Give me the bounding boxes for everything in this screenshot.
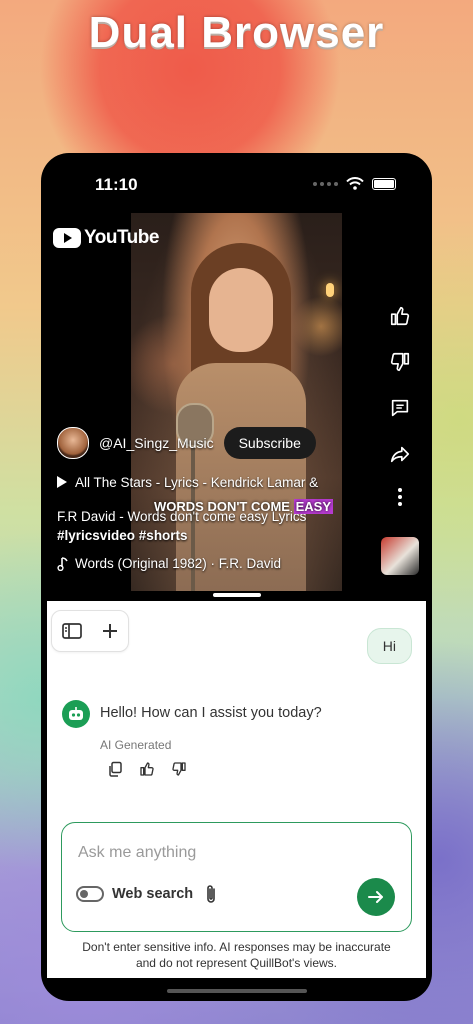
- music-note-icon: [57, 556, 68, 571]
- chat-input-box: Web search: [61, 822, 412, 932]
- youtube-play-icon: [53, 228, 81, 248]
- hashtags[interactable]: #lyricsvideo #shorts: [57, 528, 188, 543]
- status-icons: [313, 177, 396, 190]
- split-drag-handle[interactable]: [213, 593, 261, 597]
- chat-pane: Hi Hello! How can I assist you today? AI…: [47, 601, 426, 978]
- thumbs-down-icon[interactable]: [171, 761, 187, 777]
- side-actions: [387, 303, 413, 527]
- ai-generated-label: AI Generated: [100, 738, 172, 752]
- send-button[interactable]: [357, 878, 395, 916]
- youtube-logo[interactable]: YouTube: [53, 227, 159, 249]
- battery-icon: [372, 177, 396, 190]
- sidebar-toggle-icon[interactable]: [62, 622, 82, 640]
- home-indicator: [167, 989, 307, 993]
- channel-name[interactable]: @AI_Singz_Music: [99, 435, 214, 451]
- signal-icon: [313, 181, 338, 186]
- thumbs-up-icon[interactable]: [139, 761, 155, 777]
- sound-row[interactable]: Words (Original 1982) · F.R. David: [57, 556, 281, 571]
- phone-frame: 11:10 YouTube @AI_Singz_Music Subscribe …: [41, 153, 432, 1001]
- message-actions: [107, 761, 187, 777]
- promo-title: Dual Browser: [88, 8, 385, 57]
- share-icon[interactable]: [387, 441, 413, 467]
- channel-avatar[interactable]: [57, 427, 89, 459]
- dislike-icon[interactable]: [387, 349, 413, 375]
- bot-message: Hello! How can I assist you today?: [100, 705, 322, 721]
- status-bar: 11:10: [41, 153, 432, 213]
- subscribe-button[interactable]: Subscribe: [223, 427, 316, 459]
- bot-avatar-icon: [62, 700, 90, 728]
- disclaimer: Don't enter sensitive info. AI responses…: [82, 940, 391, 970]
- channel-row: @AI_Singz_Music Subscribe: [57, 427, 316, 459]
- copy-icon[interactable]: [107, 761, 123, 777]
- lyrics-overlay: WORDS DON'T COME EASY: [154, 499, 334, 514]
- more-icon[interactable]: [387, 487, 413, 507]
- chat-input[interactable]: [76, 843, 400, 863]
- web-search-toggle[interactable]: [76, 886, 104, 902]
- web-search-label[interactable]: Web search: [112, 886, 193, 902]
- user-message: Hi: [366, 628, 412, 664]
- video-title-line1[interactable]: All The Stars - Lyrics - Kendrick Lamar …: [57, 475, 318, 490]
- wifi-icon: [346, 177, 364, 190]
- like-icon[interactable]: [387, 303, 413, 329]
- play-icon: [57, 476, 67, 488]
- youtube-shorts-player[interactable]: YouTube @AI_Singz_Music Subscribe All Th…: [41, 213, 432, 599]
- sound-thumbnail[interactable]: [381, 537, 419, 575]
- arrow-right-icon: [368, 891, 383, 903]
- paperclip-icon[interactable]: [203, 883, 219, 905]
- status-time: 11:10: [95, 175, 138, 194]
- pane-toolbar: [51, 610, 129, 652]
- new-chat-plus-icon[interactable]: [102, 623, 118, 639]
- comment-icon[interactable]: [387, 395, 413, 421]
